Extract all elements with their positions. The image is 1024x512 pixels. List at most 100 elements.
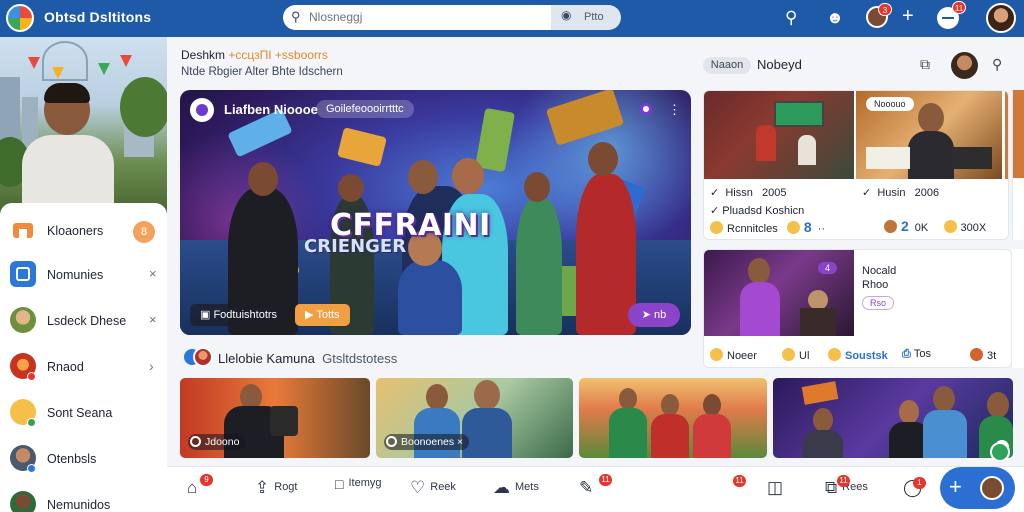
- nav-store[interactable]: ◫: [767, 478, 788, 498]
- like-count: 2: [901, 218, 909, 234]
- search-filter-button[interactable]: ◉ Ptto: [551, 5, 621, 30]
- search-input[interactable]: ⚲ Nlosneggj: [283, 5, 551, 30]
- heart-icon: ♡: [410, 478, 426, 497]
- video-card[interactable]: Nooouo ✓ Hissn 2005 ✓ Husin 2006 ✓ Pluad…: [703, 90, 1009, 240]
- stat-label: 3t: [987, 350, 997, 362]
- create-fab-button[interactable]: +: [940, 467, 1015, 509]
- page-subtitle: Ntde Rbgier Alter Bhte Idschern: [181, 66, 343, 78]
- add-icon[interactable]: +: [902, 6, 914, 26]
- more-icon[interactable]: ··: [818, 223, 825, 235]
- home-icon: [10, 217, 36, 243]
- cloud-icon: ☁: [493, 478, 510, 497]
- play-icon: [190, 436, 201, 447]
- search-icon[interactable]: ⚲: [992, 56, 1002, 73]
- video-thumbnail[interactable]: Nooouo: [856, 91, 1002, 179]
- featured-subheadline: CRIENGER: [304, 236, 407, 257]
- sidebar-item-group[interactable]: Lsdeck Dhese ×: [0, 299, 167, 343]
- close-icon[interactable]: ×: [149, 266, 157, 281]
- sidebar-item-round[interactable]: Rnaod ›: [0, 345, 167, 389]
- sidebar-item-communities[interactable]: Nomunies ×: [0, 253, 167, 297]
- video-title: ✓ Pluadsd Koshicn: [710, 204, 804, 217]
- sidebar-item-events[interactable]: Otenbsls: [0, 437, 167, 481]
- featured-video-card[interactable]: Liafben Nioooe Goilefeoooirrtttc ⋮ CFFRA…: [180, 90, 691, 335]
- nav-label: Rogt: [274, 481, 298, 493]
- count-badge: 8: [133, 221, 155, 243]
- record-icon[interactable]: [640, 103, 652, 115]
- sidebar-item-saved[interactable]: Sont Seana: [0, 391, 167, 435]
- emoji-icon: [710, 348, 723, 361]
- close-icon[interactable]: ×: [149, 312, 157, 327]
- channel-name: Rcnnitcles: [727, 223, 778, 235]
- app-logo-icon[interactable]: [6, 4, 34, 32]
- filter-icon: ◉: [561, 8, 572, 22]
- video-thumbnail[interactable]: Jdoono: [180, 378, 370, 458]
- filter-chip[interactable]: Naaon: [703, 57, 751, 74]
- stat-label: Noeer: [727, 350, 757, 362]
- sidebar-hero-image: [0, 37, 167, 215]
- video-thumbnail[interactable]: [579, 378, 767, 458]
- thumbnail-label: Jdoono: [188, 434, 246, 450]
- nav-edit[interactable]: ✎: [579, 478, 598, 498]
- notification-badge: 11: [837, 475, 850, 487]
- featured-share-label: nb: [654, 309, 667, 321]
- emoji-icon: [884, 220, 897, 233]
- sidebar-item-home[interactable]: Kloaoners 8: [0, 209, 167, 253]
- section-title-suffix: Gtsltdstotess: [322, 351, 398, 366]
- share-icon: ➤: [641, 309, 655, 321]
- video-thumbnail[interactable]: [773, 378, 1013, 458]
- sidebar-item-label: Sont Seana: [47, 406, 113, 420]
- bag-icon: ◫: [767, 478, 784, 497]
- chevron-right-icon[interactable]: ›: [149, 358, 154, 374]
- avatar[interactable]: [951, 52, 978, 79]
- nav-likes[interactable]: ♡ Reek: [410, 478, 456, 498]
- sidebar: Kloaoners 8 Nomunies × Lsdeck Dhese × Rn…: [0, 37, 167, 512]
- check-icon: ✓: [710, 205, 723, 217]
- notification-badge: 11: [599, 474, 612, 486]
- stat-label: Ul: [799, 350, 810, 362]
- stat-item: Soustsk: [828, 348, 888, 362]
- video-thumbnail[interactable]: [704, 91, 854, 179]
- sidebar-item-more[interactable]: Nemunidos: [0, 483, 167, 512]
- thumbnail-label-text: Boonoenes: [401, 436, 455, 448]
- featured-action-button[interactable]: ▶ Totts: [295, 304, 350, 326]
- profile-avatar[interactable]: [986, 3, 1016, 33]
- emoji-icon: [970, 348, 983, 361]
- emoji-icon: [943, 220, 957, 233]
- expand-icon[interactable]: ⧉: [920, 56, 930, 73]
- right-column-title: Nobeyd: [757, 57, 802, 72]
- video-tag: Nooouo: [866, 97, 914, 111]
- play-icon: ▶: [305, 309, 317, 321]
- nav-library[interactable]: □ Itemyg: [335, 476, 381, 492]
- featured-share-button[interactable]: ➤ nb: [628, 303, 680, 327]
- stat-label: Tos: [913, 348, 931, 360]
- search-icon: ⚲: [291, 9, 301, 24]
- search-filter-label: Ptto: [584, 11, 604, 23]
- nav-cloud[interactable]: ☁ Mets: [493, 478, 539, 498]
- video-year: 2006: [914, 187, 940, 199]
- video-meta-label: Hissn: [725, 187, 753, 199]
- online-indicator-icon: [990, 442, 1010, 462]
- video-meta: ✓ Hissn 2005: [710, 186, 787, 199]
- video-thumbnail[interactable]: Boonoenes ×: [376, 378, 573, 458]
- channel-avatar[interactable]: [190, 98, 214, 122]
- tv-icon: ⎙: [902, 348, 914, 360]
- stat-label: 300X: [960, 222, 987, 234]
- stat-label: Soustsk: [845, 350, 888, 362]
- people-icon[interactable]: ☻: [826, 8, 844, 28]
- featured-tag[interactable]: Goilefeoooirrtttc: [316, 100, 414, 118]
- featured-info-button[interactable]: ▣ Fodtuishtotrs: [190, 304, 288, 326]
- featured-channel-name[interactable]: Liafben Nioooe: [224, 102, 318, 117]
- video-thumbnail[interactable]: 4: [704, 250, 854, 336]
- search-icon[interactable]: ⚲: [785, 8, 797, 28]
- more-icon[interactable]: ⋮: [668, 102, 681, 118]
- nav-upload[interactable]: ⇪ Rogt: [255, 478, 298, 498]
- video-card[interactable]: 4 Nocald Rhoo Rso Noeer Ul Soustsk ⎙ Tos…: [703, 249, 1012, 368]
- section-title: Llelobie Kamuna Gtsltdstotess: [218, 351, 397, 366]
- emoji-icon: [710, 221, 723, 234]
- category-tag[interactable]: Rso: [862, 296, 895, 310]
- video-stats: Rcnnitcles 8 ··: [710, 219, 825, 235]
- top-bar: Obtsd Dsltitons ⚲ Nlosneggj ◉ Ptto ⚲ ☻ 3…: [0, 0, 1024, 37]
- emoji-icon: [782, 348, 795, 361]
- search-placeholder: Nlosneggj: [309, 10, 363, 24]
- bottom-nav: ⌂ 9 ⇪ Rogt □ Itemyg ♡ Reek ☁ Mets ✎ 11 11 ◫ …: [167, 466, 1024, 512]
